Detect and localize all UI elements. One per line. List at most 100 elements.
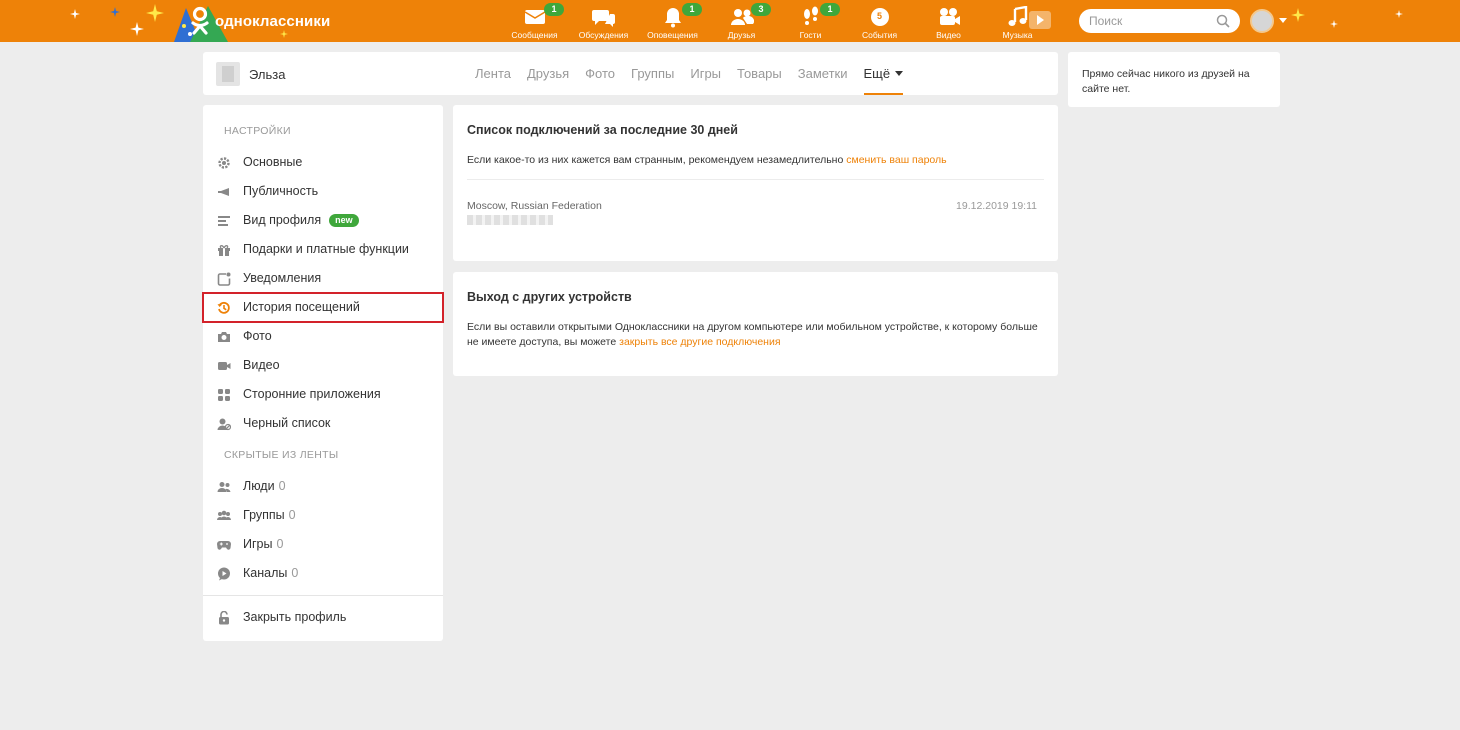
sidebar-item-label: Основные [243,155,303,169]
chat-bubbles-icon [591,10,615,27]
chevron-down-icon[interactable] [1279,18,1287,23]
nav-events[interactable]: 5 События [845,0,914,42]
sidebar-item-video[interactable]: Видео [203,351,443,380]
hidden-count: 0 [291,566,299,580]
sidebar-item-visit-history[interactable]: История посещений [202,292,444,323]
sidebar-item-close-profile[interactable]: Закрыть профиль [203,603,443,632]
hidden-count: 0 [276,537,284,551]
sidebar-item-label: Люди 0 [243,479,286,493]
sidebar-item-text: Каналы [243,566,288,580]
sidebar-item-label: Видео [243,358,280,372]
sidebar-item-label: Вид профиля new [243,213,359,227]
star-decoration-icon [130,22,144,36]
sidebar-item-text: Вид профиля [243,213,322,227]
user-avatar[interactable] [1250,9,1274,33]
site-logo[interactable]: одноклассники [190,6,330,36]
nav-notifications[interactable]: 1 Оповещения [638,0,707,42]
sidebar-item-apps[interactable]: Сторонние приложения [203,380,443,409]
main-nav: 1 Сообщения Обсуждения 1 Оповещения 3 Др… [500,0,1052,42]
events-icon: 5 [870,8,889,26]
camera-icon [218,332,230,342]
sidebar-item-label: Закрыть профиль [243,610,347,624]
nav-video[interactable]: Видео [914,0,983,42]
profile-lines-icon [218,216,230,226]
sidebar-item-gifts[interactable]: Подарки и платные функции [203,235,443,264]
sidebar-divider [203,595,443,596]
tab-groups[interactable]: Группы [623,52,682,95]
sidebar-item-text: Игры [243,537,273,551]
search-box [1079,9,1240,33]
notification-icon [217,272,231,286]
sidebar-item-label: Черный список [243,416,331,430]
sidebar-item-label: Публичность [243,184,319,198]
music-note-icon [1008,6,1027,26]
tab-goods[interactable]: Товары [729,52,790,95]
tab-friends[interactable]: Друзья [519,52,577,95]
tab-notes[interactable]: Заметки [790,52,856,95]
notifications-count-badge: 1 [682,3,702,16]
gift-icon [218,245,230,256]
friends-count-badge: 3 [751,3,771,16]
tab-feed[interactable]: Лента [467,52,519,95]
profile-tabs: Лента Друзья Фото Группы Игры Товары Зам… [467,52,911,95]
sidebar-item-publicity[interactable]: Публичность [203,177,443,206]
profile-avatar[interactable] [216,62,240,86]
sidebar-item-hidden-groups[interactable]: Группы 0 [203,501,443,530]
nav-notifications-label: Оповещения [647,30,698,40]
sidebar-item-label: Группы 0 [243,508,296,522]
sidebar-item-text: Группы [243,508,285,522]
sparkle-decoration-icon [110,7,120,17]
settings-section-title: НАСТРОЙКИ [224,125,291,137]
settings-sidebar: НАСТРОЙКИ Основные Публичность Вид профи… [202,105,444,641]
sidebar-item-profile-view[interactable]: Вид профиля new [203,206,443,235]
events-badge-number: 5 [877,11,882,21]
sidebar-item-hidden-people[interactable]: Люди 0 [203,472,443,501]
search-input[interactable] [1089,12,1209,30]
lock-icon [219,611,229,625]
nav-guests[interactable]: 1 Гости [776,0,845,42]
nav-guests-label: Гости [799,30,822,40]
tab-games[interactable]: Игры [682,52,729,95]
change-password-link[interactable]: сменить ваш пароль [846,154,946,166]
sidebar-item-label: Уведомления [243,271,322,285]
blacklist-icon [217,418,231,431]
nav-events-label: События [861,30,898,40]
gear-icon [218,157,230,169]
sidebar-item-general[interactable]: Основные [203,148,443,177]
top-bar: одноклассники 1 Сообщения Обсуждения 1 О… [0,0,1460,42]
new-badge: new [329,214,359,227]
nav-video-label: Видео [936,30,961,40]
sidebar-item-notifications[interactable]: Уведомления [203,264,443,293]
profile-name[interactable]: Эльза [249,67,285,82]
online-friends-text: Прямо сейчас никого из друзей на сайте н… [1082,68,1250,95]
sidebar-item-label: Сторонние приложения [243,387,381,401]
footprints-icon [803,6,818,25]
nav-friends[interactable]: 3 Друзья [707,0,776,42]
sidebar-item-label: Каналы 0 [243,566,298,580]
close-other-connections-link[interactable]: закрыть все другие подключения [619,336,780,348]
sidebar-item-photo[interactable]: Фото [203,322,443,351]
friends-icon [730,9,754,25]
sidebar-item-hidden-channels[interactable]: Каналы 0 [203,559,443,588]
nav-messages[interactable]: 1 Сообщения [500,0,569,42]
profile-header: Эльза Лента Друзья Фото Группы Игры Това… [203,52,1058,95]
apps-icon [218,389,230,401]
sparkle-decoration-icon [1395,10,1403,18]
tab-photos[interactable]: Фото [577,52,623,95]
hidden-section-title: СКРЫТЫЕ ИЗ ЛЕНТЫ [224,449,339,461]
people-icon [217,482,231,492]
connections-text: Если какое-то из них кажется вам странны… [467,154,844,166]
nav-discussions[interactable]: Обсуждения [569,0,638,42]
logout-description: Если вы оставили открытыми Одноклассники… [467,320,1047,350]
play-button-icon[interactable] [1029,11,1051,29]
megaphone-icon [218,188,229,196]
sidebar-item-blacklist[interactable]: Черный список [203,409,443,438]
tab-more[interactable]: Ещё [856,52,912,95]
hidden-count: 0 [288,508,296,522]
search-icon[interactable] [1216,14,1230,28]
gamepad-icon [217,541,231,550]
sidebar-item-hidden-games[interactable]: Игры 0 [203,530,443,559]
sidebar-item-label: Игры 0 [243,537,283,551]
connection-location: Moscow, Russian Federation [467,200,602,212]
nav-messages-label: Сообщения [511,30,558,40]
